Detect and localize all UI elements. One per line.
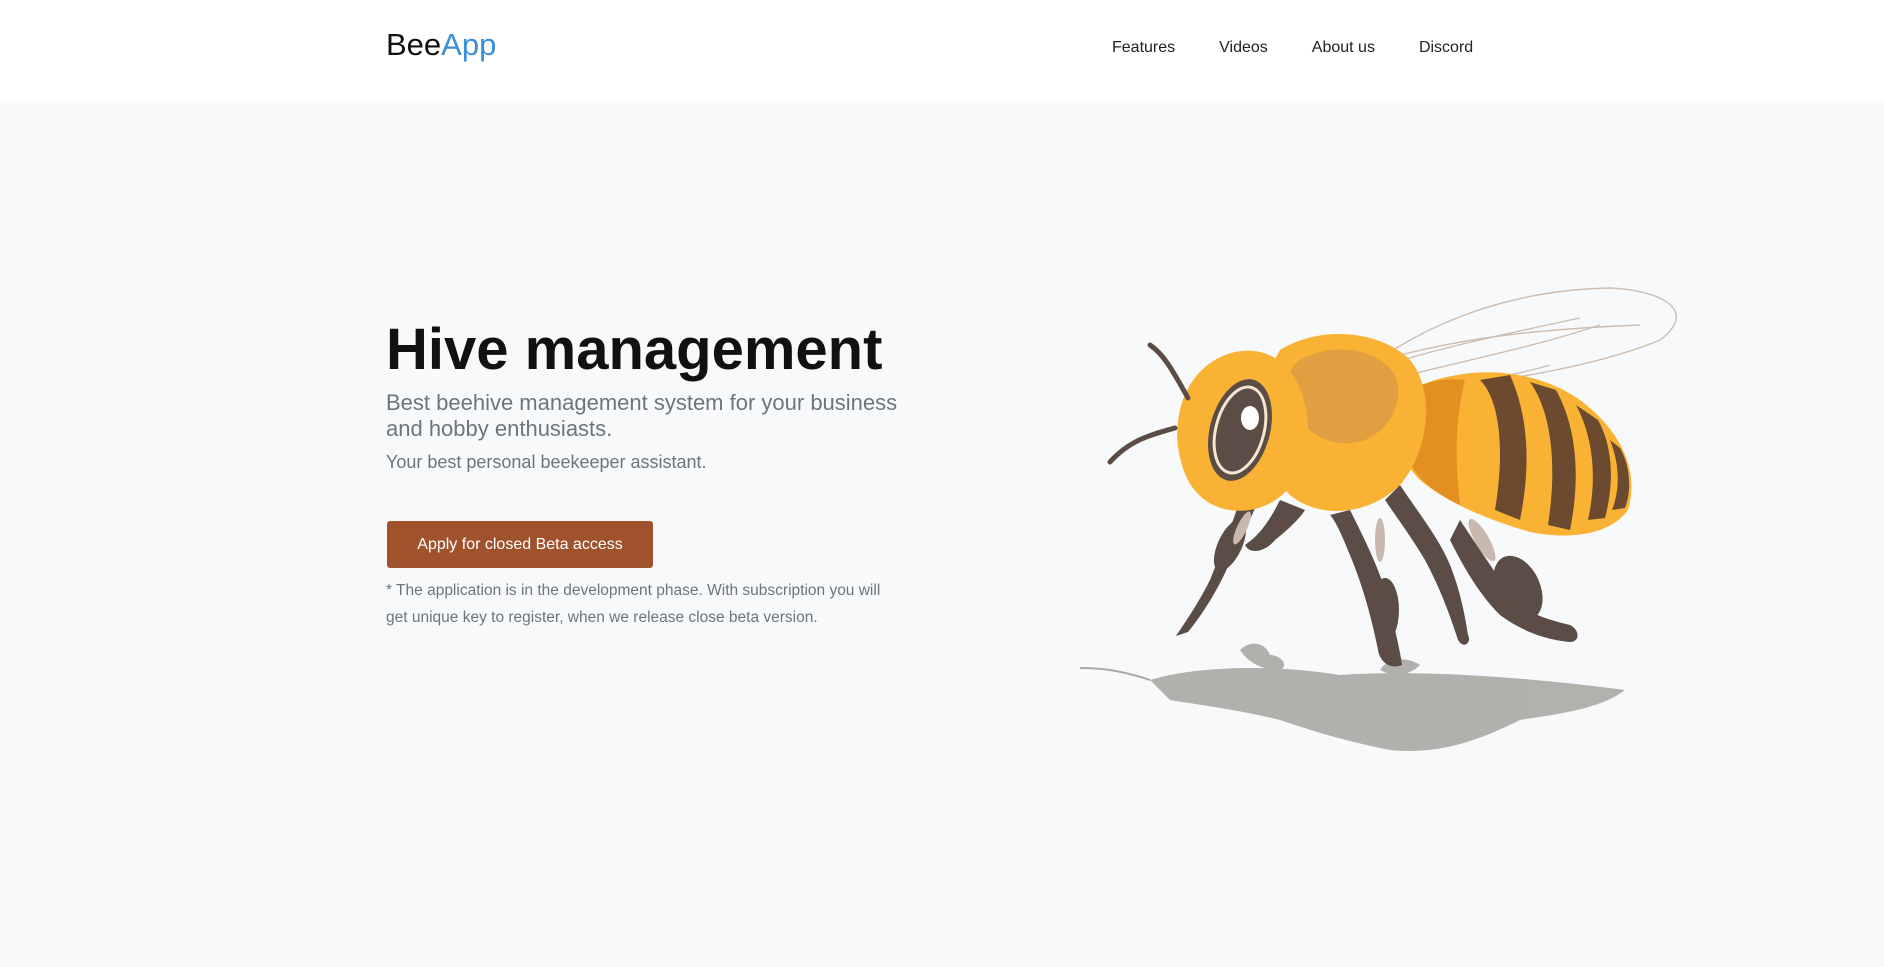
logo-text-bee: Bee xyxy=(386,27,442,62)
bee-head xyxy=(1177,350,1309,511)
bee-abdomen xyxy=(1397,372,1632,536)
hero-title: Hive management xyxy=(386,317,883,382)
main-nav: Features Videos About us Discord xyxy=(1112,38,1473,58)
logo[interactable]: BeeApp xyxy=(386,26,496,64)
logo-text-app: App xyxy=(441,27,497,62)
nav-link-discord[interactable]: Discord xyxy=(1419,38,1473,58)
nav-link-about-us[interactable]: About us xyxy=(1312,38,1375,58)
site-header: BeeApp Features Videos About us Discord xyxy=(0,0,1884,101)
bee-illustration xyxy=(1080,287,1677,751)
nav-link-videos[interactable]: Videos xyxy=(1219,38,1268,58)
nav-link-features[interactable]: Features xyxy=(1112,38,1175,58)
hero-subtitle: Best beehive management system for your … xyxy=(386,390,898,441)
bee-antenna xyxy=(1107,342,1191,465)
development-note: * The application is in the development … xyxy=(386,582,881,626)
apply-beta-button[interactable]: Apply for closed Beta access xyxy=(387,521,653,568)
hero-tagline: Your best personal beekeeper assistant. xyxy=(386,452,707,472)
